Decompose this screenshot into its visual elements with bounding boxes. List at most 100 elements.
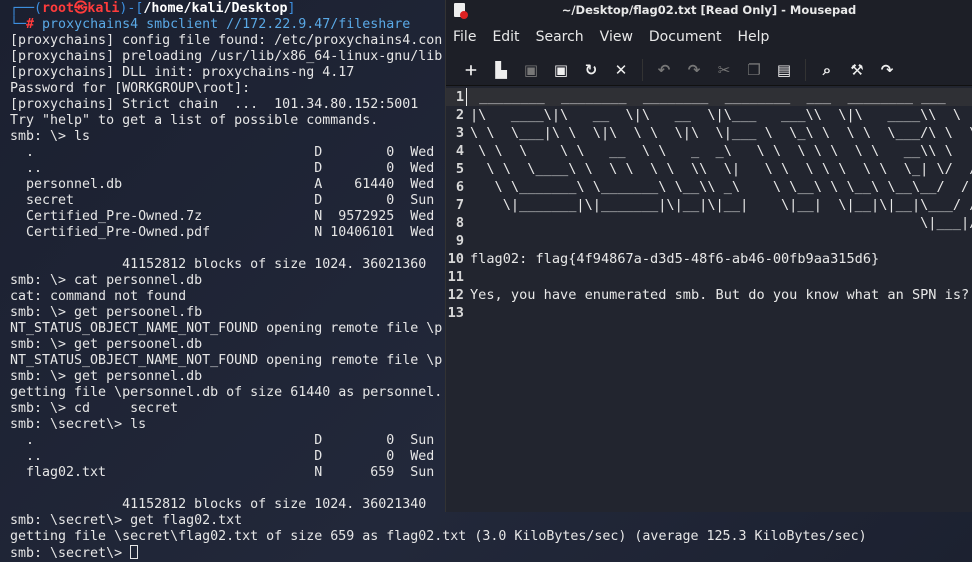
editor-line: 8 \|___|/: [446, 214, 972, 232]
terminal-line-text: . D 0 Wed: [10, 145, 435, 160]
terminal-line-text: . D 0 Sun: [10, 433, 435, 448]
text-editor[interactable]: 1 ________ ________ ________ ________ __…: [446, 88, 972, 512]
terminal-line-text: NT_STATUS_OBJECT_NAME_NOT_FOUND opening …: [10, 353, 443, 368]
editor-line-text: |\ ____\|\ __ \|\ __ \|\___ ___\\ \|\ __…: [470, 107, 972, 123]
command-text: proxychains4 smbclient //172.22.9.47/fil…: [42, 17, 411, 32]
find-replace-icon[interactable]: ⚒: [842, 60, 872, 80]
terminal-line-text: smb: \secret\>: [10, 546, 131, 561]
save-as-icon[interactable]: ▣: [546, 60, 576, 80]
editor-line-text: \ \ \____\ \ \ \ \ \ \\ \| \ \ \ \ \ \ \…: [470, 161, 972, 177]
terminal-line-text: [proxychains] Strict chain ... 101.34.80…: [10, 97, 419, 112]
editor-line-text: ________ ________ ________ ________ ___ …: [466, 88, 946, 106]
editor-line-text: \ \ \ \ \ __ \ \ _ _\ \ \ \ \ \ \ \ __\\…: [470, 143, 953, 159]
terminal-line-text: .. D 0 Wed: [10, 161, 435, 176]
menu-edit[interactable]: Edit: [492, 29, 519, 45]
line-number: 2: [455, 107, 464, 123]
editor-line: 6 \ \_______\ \_______\ \__\\ _\ \ \__\ …: [446, 178, 972, 196]
close-icon[interactable]: ✕: [606, 60, 636, 80]
terminal-line-text: 41152812 blocks of size 1024. 36021340: [10, 497, 427, 512]
terminal-line: getting file \secret\flag02.txt of size …: [10, 529, 972, 545]
terminal-line-text: 41152812 blocks of size 1024. 36021360: [10, 257, 427, 272]
editor-line-text: \|___|/: [470, 215, 972, 231]
save-icon[interactable]: ▣: [516, 60, 546, 80]
line-number: 13: [447, 305, 464, 321]
terminal-line-text: smb: \> get persoonel.fb: [10, 305, 203, 320]
line-number: 10: [447, 251, 464, 267]
terminal-line-text: [proxychains] config file found: /etc/pr…: [10, 33, 443, 48]
terminal-line-text: personnel.db A 61440 Wed: [10, 177, 435, 192]
terminal-line-text: [proxychains] DLL init: proxychains-ng 4…: [10, 65, 355, 80]
terminal-line-text: smb: \> cat personnel.db: [10, 273, 203, 288]
editor-line: 5 \ \ \____\ \ \ \ \ \ \\ \| \ \ \ \ \ \…: [446, 160, 972, 178]
prompt-path: /home/kali/Desktop: [143, 1, 288, 16]
toolbar: 🞣 ▙ ▣ ▣ ↻ ✕ ↶ ↷ ✂ ❐ ▤ ⌕ ⚒ ↷: [446, 54, 972, 86]
editor-line: 12 Yes, you have enumerated smb. But do y…: [446, 286, 972, 304]
terminal-line-text: getting file \personnel.db of size 61440…: [10, 385, 443, 400]
line-number: 5: [455, 161, 464, 177]
line-number: 8: [455, 215, 464, 231]
mousepad-window[interactable]: ~/Desktop/flag02.txt [Read Only] - Mouse…: [445, 0, 972, 512]
reload-icon[interactable]: ↻: [576, 60, 606, 80]
editor-line: 7 \|_______|\|_______|\|__|\|__| \|__| \…: [446, 196, 972, 214]
menu-view[interactable]: View: [600, 29, 633, 45]
window-title: ~/Desktop/flag02.txt [Read Only] - Mouse…: [561, 3, 857, 17]
line-number: 6: [455, 179, 464, 195]
go-to-icon[interactable]: ↷: [872, 60, 902, 80]
line-number: 3: [455, 125, 464, 141]
editor-line: 9: [446, 232, 972, 250]
terminal-line-text: secret D 0 Sun: [10, 193, 435, 208]
editor-line: 3 \ \ \___|\ \ \|\ \ \ \|\ \|___ \ \_\ \ …: [446, 124, 972, 142]
menu-search[interactable]: Search: [536, 29, 584, 45]
cut-icon[interactable]: ✂: [709, 60, 739, 80]
new-document-icon[interactable]: 🞣: [456, 60, 486, 80]
terminal-line-text: NT_STATUS_OBJECT_NAME_NOT_FOUND opening …: [10, 321, 443, 336]
editor-line-text: [466, 304, 470, 322]
editor-line-text: flag02: flag{4f94867a-d3d5-48f6-ab46-00f…: [470, 251, 880, 267]
copy-icon[interactable]: ❐: [739, 60, 769, 80]
redo-icon[interactable]: ↷: [679, 60, 709, 80]
terminal-line: smb: \secret\> get flag02.txt: [10, 513, 972, 529]
editor-line: 1 ________ ________ ________ ________ __…: [446, 88, 972, 106]
menu-help[interactable]: Help: [737, 29, 769, 45]
toolbar-separator: [805, 58, 806, 81]
terminal-line-text: Certified_Pre-Owned.pdf N 10406101 Wed: [10, 225, 435, 240]
terminal-line-text: cat: command not found: [10, 289, 187, 304]
editor-line: 11: [446, 268, 972, 286]
editor-line: 2 |\ ____\|\ __ \|\ __ \|\___ ___\\ \|\ _…: [446, 106, 972, 124]
terminal-line-text: smb: \secret\> ls: [10, 417, 147, 432]
line-number: 4: [455, 143, 464, 159]
editor-line: 13: [446, 304, 972, 322]
title-bar[interactable]: ~/Desktop/flag02.txt [Read Only] - Mouse…: [446, 0, 972, 20]
terminal-line-text: smb: \> get personnel.db: [10, 369, 203, 384]
editor-line-text: \|_______|\|_______|\|__|\|__| \|__| \|_…: [470, 197, 972, 213]
terminal-line-text: Try "help" to get a list of possible com…: [10, 113, 379, 128]
editor-line: 10 flag02: flag{4f94867a-d3d5-48f6-ab46-0…: [446, 250, 972, 268]
terminal-line-text: getting file \secret\flag02.txt of size …: [10, 529, 867, 544]
menu-document[interactable]: Document: [649, 29, 722, 45]
undo-icon[interactable]: ↶: [649, 60, 679, 80]
terminal-line-text: Password for [WORKGROUP\root]:: [10, 81, 251, 96]
menu-file[interactable]: File: [453, 29, 476, 45]
find-icon[interactable]: ⌕: [812, 60, 842, 80]
editor-line: 4 \ \ \ \ \ __ \ \ _ _\ \ \ \ \ \ \ \ __…: [446, 142, 972, 160]
line-number: 7: [455, 197, 464, 213]
terminal-line-text: smb: \secret\> get flag02.txt: [10, 513, 243, 528]
editor-line-text: [466, 268, 470, 286]
paste-icon[interactable]: ▤: [769, 60, 799, 80]
terminal-line: smb: \secret\>: [10, 545, 972, 561]
mousepad-app-icon: [454, 3, 468, 19]
editor-line-text: \ \ \___|\ \ \|\ \ \ \|\ \|___ \ \_\ \ \…: [470, 125, 972, 141]
new-window-icon[interactable]: ▙: [486, 60, 516, 80]
menu-bar: File Edit Search View Document Help: [446, 20, 972, 54]
terminal-line-text: Certified_Pre-Owned.7z N 9572925 Wed: [10, 209, 435, 224]
terminal-line-text: smb: \> cd secret: [10, 401, 179, 416]
prompt-user: root: [42, 1, 75, 16]
line-number: 1: [455, 89, 464, 105]
terminal-cursor: [130, 545, 139, 559]
terminal-line-text: .. D 0 Wed: [10, 449, 435, 464]
toolbar-separator: [642, 58, 643, 81]
terminal-line-text: [proxychains] preloading /usr/lib/x86_64…: [10, 49, 443, 64]
line-number: 12: [447, 287, 464, 303]
line-number: 9: [455, 233, 464, 249]
editor-line-text: \ \_______\ \_______\ \__\\ _\ \ \__\ \ …: [470, 179, 972, 195]
